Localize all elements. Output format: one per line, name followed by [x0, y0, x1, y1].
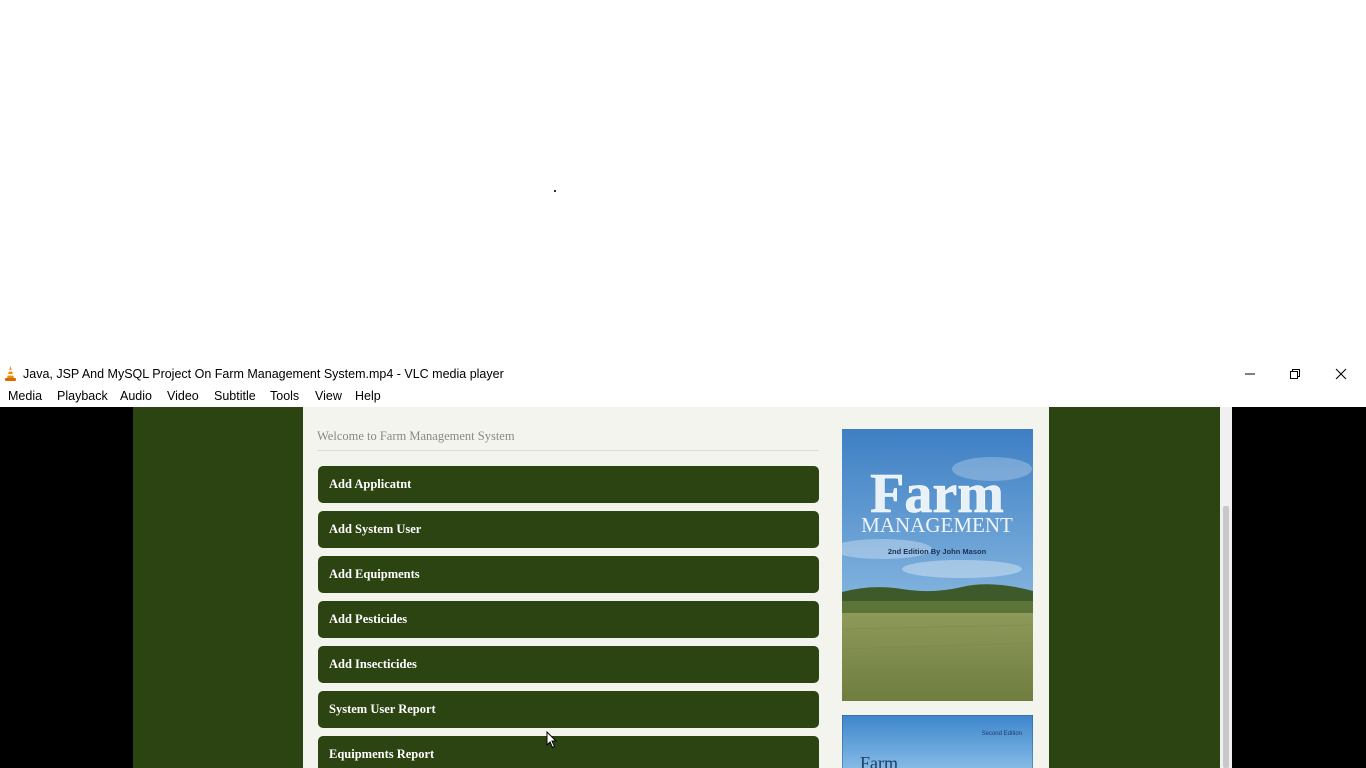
menu-audio[interactable]: Audio: [120, 389, 152, 403]
mouse-cursor-icon: [546, 731, 558, 749]
menu-subtitle[interactable]: Subtitle: [214, 389, 256, 403]
screen-speck: [554, 190, 556, 192]
webpage-scrollbar-thumb: [1223, 506, 1229, 768]
video-area[interactable]: Welcome to Farm Management System Add Ap…: [0, 407, 1366, 768]
menu-video[interactable]: Video: [167, 389, 199, 403]
close-button[interactable]: [1318, 363, 1364, 385]
button-label: Add Equipments: [329, 567, 420, 581]
add-insecticides-button[interactable]: Add Insecticides: [318, 646, 819, 683]
system-user-report-button[interactable]: System User Report: [318, 691, 819, 728]
restore-button[interactable]: [1272, 363, 1318, 385]
menu-bar: [0, 386, 1366, 407]
minimize-icon: [1245, 373, 1255, 375]
close-icon: [1335, 368, 1347, 380]
add-system-user-button[interactable]: Add System User: [318, 511, 819, 548]
add-equipments-button[interactable]: Add Equipments: [318, 556, 819, 593]
equipments-report-button[interactable]: Equipments Report: [318, 736, 819, 768]
add-applicant-button[interactable]: Add Applicatnt: [318, 466, 819, 503]
book-edition: 2nd Edition By John Mason: [888, 547, 987, 556]
button-label: Add System User: [329, 522, 422, 536]
menu-help[interactable]: Help: [355, 389, 381, 403]
book-title-management: MANAGEMENT: [861, 513, 1013, 537]
maximize-icon: [1290, 369, 1300, 379]
menu-tools[interactable]: Tools: [270, 389, 299, 403]
menu-media[interactable]: Media: [8, 389, 42, 403]
button-label: Add Pesticides: [329, 612, 408, 626]
button-label: Add Insecticides: [329, 657, 417, 671]
welcome-heading: Welcome to Farm Management System: [317, 429, 515, 443]
minimize-button[interactable]: [1227, 363, 1273, 385]
button-label: System User Report: [329, 702, 436, 716]
add-pesticides-button[interactable]: Add Pesticides: [318, 601, 819, 638]
window-title: Java, JSP And MySQL Project On Farm Mana…: [23, 367, 504, 381]
heading-divider: [317, 450, 819, 451]
vlc-cone-icon: [5, 366, 16, 381]
second-book-title: Farm: [860, 753, 898, 768]
blank-desktop-area: [0, 0, 1366, 363]
button-label: Add Applicatnt: [329, 477, 412, 491]
button-label: Equipments Report: [329, 747, 435, 761]
book-cover-image: Farm MANAGEMENT 2nd Edition By John Maso…: [842, 429, 1033, 701]
menu-playback[interactable]: Playback: [57, 389, 108, 403]
menu-view[interactable]: View: [315, 389, 342, 403]
second-book-edition: Second Edition: [982, 731, 1022, 737]
second-book-cover-image: Second Edition Farm: [842, 715, 1033, 768]
